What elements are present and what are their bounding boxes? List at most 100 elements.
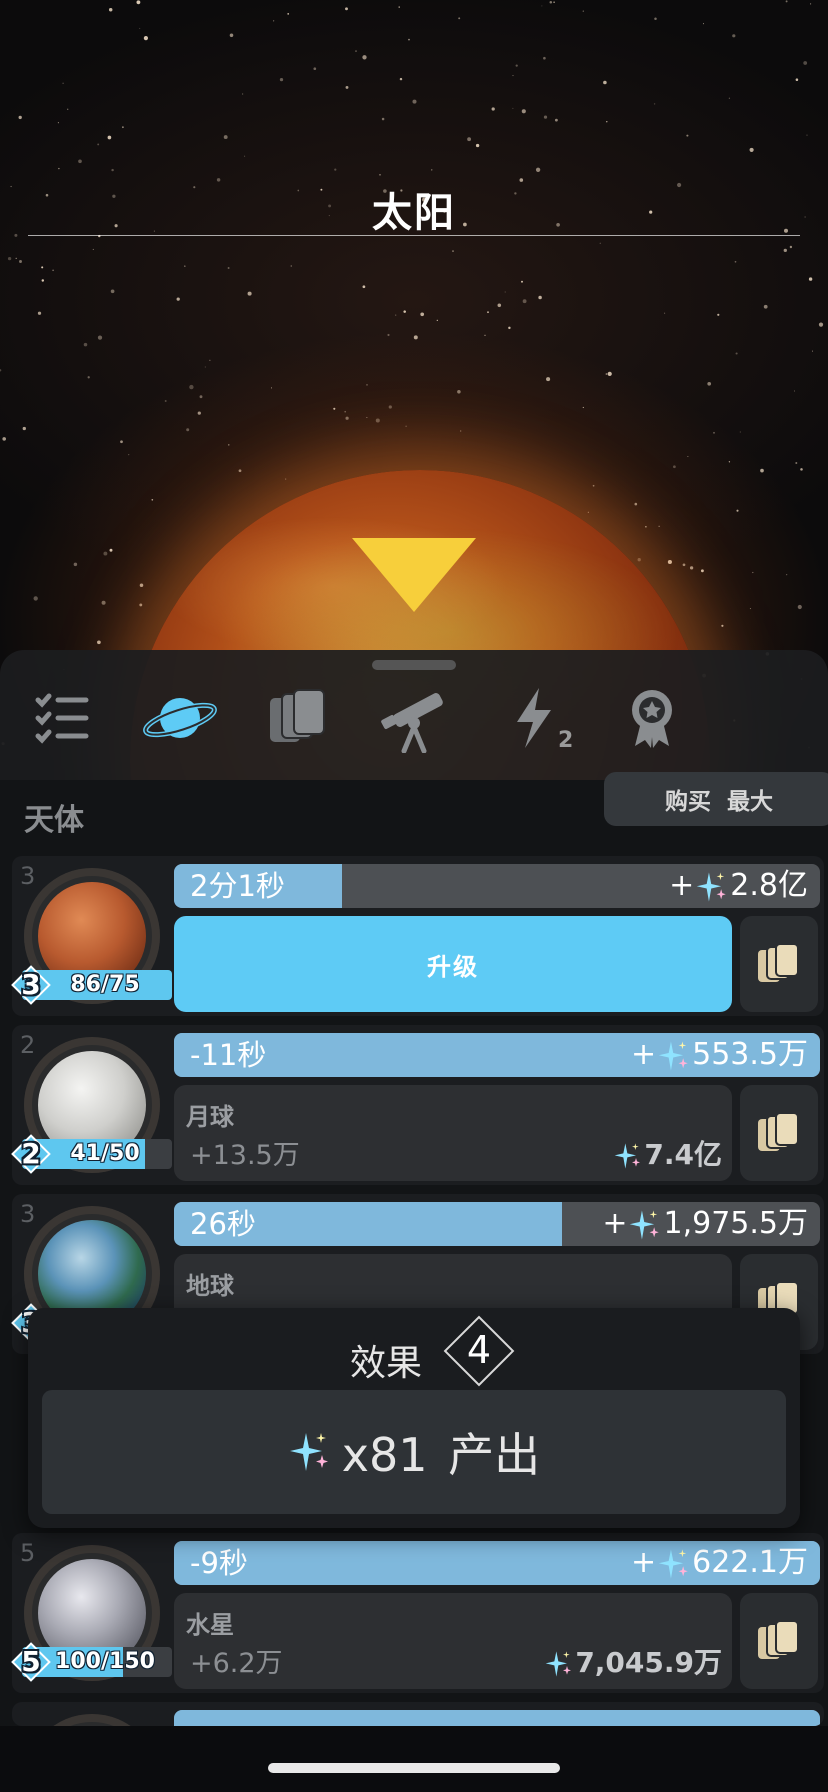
star xyxy=(543,115,548,119)
tab-telescope[interactable] xyxy=(376,678,456,758)
star xyxy=(139,583,144,588)
star xyxy=(197,411,201,415)
cards-icon xyxy=(758,943,799,982)
star xyxy=(334,168,337,171)
star xyxy=(749,608,751,610)
star xyxy=(41,266,44,269)
planet-row-partial[interactable] xyxy=(12,1702,824,1726)
timer-text: 2分1秒 xyxy=(190,869,285,903)
star xyxy=(58,167,60,170)
star xyxy=(244,155,246,157)
star xyxy=(87,376,90,379)
star xyxy=(667,559,672,565)
star xyxy=(184,265,186,267)
tab-checklist[interactable] xyxy=(22,678,102,758)
star xyxy=(713,431,715,434)
star xyxy=(375,418,380,423)
star xyxy=(512,107,514,109)
timer-fill xyxy=(174,1710,820,1726)
sparkle-icon xyxy=(289,1433,328,1471)
star xyxy=(110,289,115,294)
buy-max-button[interactable]: 购买 最大 xyxy=(604,772,828,826)
star xyxy=(664,312,666,314)
planet-name: 月球 xyxy=(186,1103,234,1131)
star xyxy=(139,27,141,29)
production-timer-bar: 26秒 + 1,975.5万 xyxy=(174,1202,820,1246)
star xyxy=(247,291,252,296)
star xyxy=(535,167,541,172)
star xyxy=(290,265,292,267)
yield-amount: + 2.8亿 xyxy=(669,864,808,908)
star xyxy=(541,5,543,7)
star xyxy=(717,313,720,316)
star xyxy=(497,303,502,308)
tab-cards[interactable] xyxy=(258,678,338,758)
effect-popup[interactable]: 效果 4 x81 产出 xyxy=(28,1308,800,1528)
star xyxy=(92,248,94,250)
cards-button[interactable] xyxy=(740,1085,818,1181)
star xyxy=(760,468,764,473)
star xyxy=(739,431,741,433)
income-rate: +13.5万 xyxy=(190,1140,300,1171)
star xyxy=(362,55,367,60)
star xyxy=(395,314,397,316)
planet-frame[interactable] xyxy=(24,1714,160,1726)
star xyxy=(582,10,584,12)
star xyxy=(398,6,400,8)
star xyxy=(120,440,123,444)
star xyxy=(783,248,787,253)
star xyxy=(487,311,489,314)
level-number: 3 xyxy=(21,968,41,1001)
drag-handle[interactable] xyxy=(372,660,456,670)
planet-row[interactable]: 3 86/75 3 2分1秒 + 2.8亿 升级 xyxy=(11,856,824,1016)
star xyxy=(703,23,704,25)
star xyxy=(209,359,211,361)
star xyxy=(587,511,589,513)
star xyxy=(460,430,462,432)
star xyxy=(700,569,704,573)
star xyxy=(508,326,511,330)
tab-achievements[interactable] xyxy=(612,678,692,758)
tab-celestial-bodies[interactable] xyxy=(140,678,220,758)
planet-row[interactable]: 2 41/50 2 -11秒 + 553.5万 月球 +13.5万 7.4亿 xyxy=(11,1025,824,1185)
star xyxy=(379,173,381,176)
star xyxy=(785,0,788,3)
owned-count: 3 xyxy=(20,862,36,890)
total-income: 7.4亿 xyxy=(612,1133,722,1173)
selection-marker-icon xyxy=(352,538,476,612)
star xyxy=(186,428,190,432)
production-timer-bar: -11秒 + 553.5万 xyxy=(174,1033,820,1077)
star xyxy=(582,406,584,409)
star xyxy=(818,322,824,327)
production-timer-bar: -9秒 + 622.1万 xyxy=(174,1541,820,1585)
star xyxy=(637,558,641,562)
star xyxy=(78,159,82,164)
star xyxy=(22,426,26,431)
level-badge: 2 xyxy=(11,1134,51,1174)
home-indicator[interactable] xyxy=(268,1763,560,1773)
star xyxy=(673,465,676,469)
star xyxy=(83,342,88,347)
cards-button[interactable] xyxy=(740,916,818,1012)
upgrade-button[interactable]: 升级 xyxy=(174,916,732,1012)
star xyxy=(553,1,555,3)
star xyxy=(549,1,553,4)
star xyxy=(521,109,526,114)
cards-button[interactable] xyxy=(740,1593,818,1689)
star xyxy=(273,20,275,22)
planet-info[interactable]: 月球 +13.5万 7.4亿 xyxy=(174,1085,732,1181)
star xyxy=(736,509,739,512)
star xyxy=(362,285,366,289)
star xyxy=(512,75,514,77)
star xyxy=(228,444,230,446)
star xyxy=(420,312,425,317)
star xyxy=(436,319,438,322)
star xyxy=(164,400,167,402)
level-badge: 5 xyxy=(11,1642,51,1682)
planet-info[interactable]: 水星 +6.2万 7,045.9万 xyxy=(174,1593,732,1689)
planet-row[interactable]: 5 100/150 5 -9秒 + 622.1万 水星 +6.2万 7,045.… xyxy=(11,1533,824,1693)
star xyxy=(689,566,694,570)
level-number: 2 xyxy=(21,1137,41,1170)
star xyxy=(728,461,731,463)
star xyxy=(811,350,813,352)
